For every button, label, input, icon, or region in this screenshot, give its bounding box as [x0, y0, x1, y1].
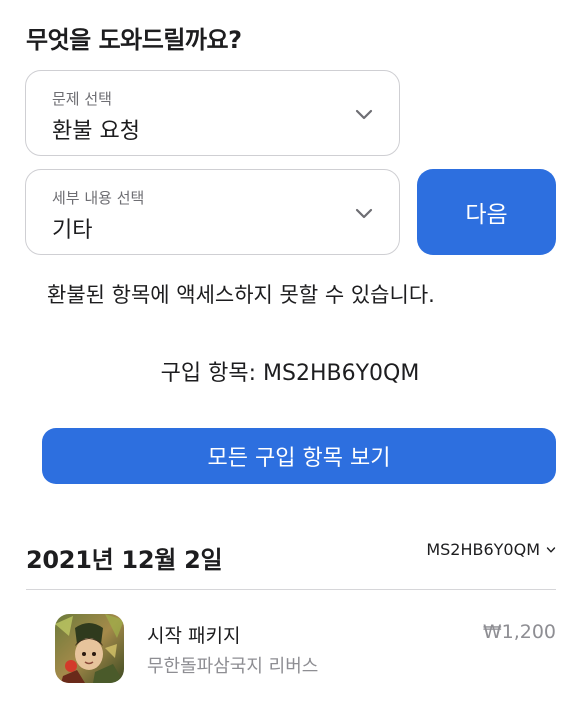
- order-id-dropdown[interactable]: MS2HB6Y0QM: [426, 540, 556, 559]
- purchased-item-order-id: 구입 항목: MS2HB6Y0QM: [160, 361, 420, 386]
- next-button-label: 다음: [465, 202, 508, 228]
- view-all-purchases-label: 모든 구입 항목 보기: [207, 446, 391, 471]
- issue-select-label: 문제 선택: [52, 90, 112, 108]
- chevron-down-icon: [355, 208, 373, 219]
- chevron-down-icon: [546, 546, 556, 553]
- issue-select[interactable]: 문제 선택 환불 요청: [25, 70, 400, 156]
- item-price: ₩1,200: [482, 621, 556, 643]
- detail-select-label: 세부 내용 선택: [52, 189, 145, 207]
- detail-select-value: 기타: [52, 218, 93, 243]
- item-name: 시작 패키지: [147, 625, 241, 647]
- view-all-purchases-button[interactable]: 모든 구입 항목 보기: [42, 428, 556, 484]
- refund-warning-message: 환불된 항목에 액세스하지 못할 수 있습니다.: [47, 283, 435, 307]
- next-button[interactable]: 다음: [417, 169, 556, 255]
- app-icon: [55, 614, 124, 683]
- app-name: 무한돌파삼국지 리버스: [147, 656, 319, 677]
- chevron-down-icon: [355, 109, 373, 120]
- detail-select[interactable]: 세부 내용 선택 기타: [25, 169, 400, 255]
- purchase-date: 2021년 12월 2일: [26, 546, 223, 574]
- page-title: 무엇을 도와드릴까요?: [26, 26, 242, 54]
- divider: [26, 589, 556, 590]
- issue-select-value: 환불 요청: [52, 119, 140, 144]
- order-id-text: MS2HB6Y0QM: [426, 540, 540, 559]
